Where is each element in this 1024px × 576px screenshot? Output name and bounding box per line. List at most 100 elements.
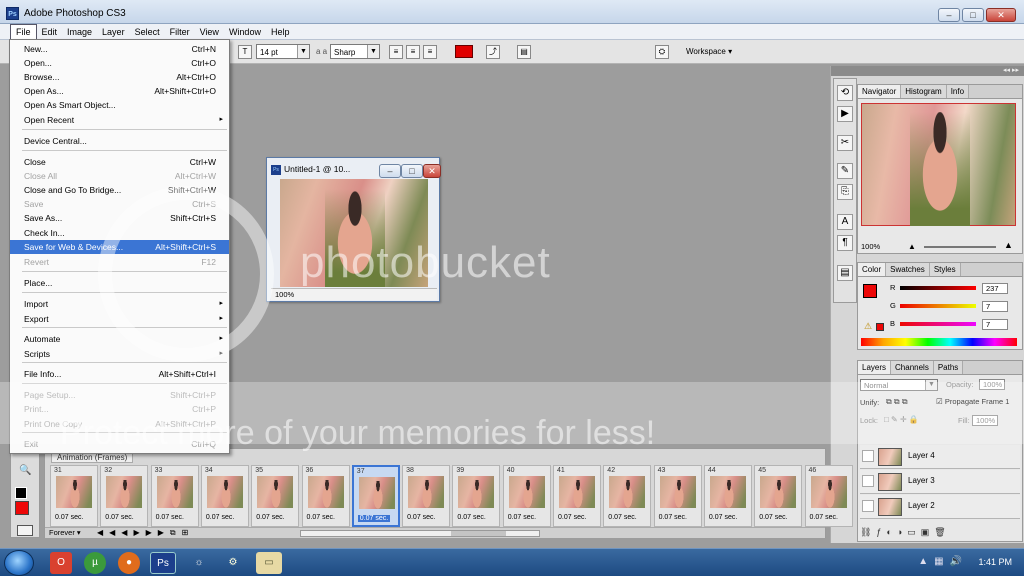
frame-delay[interactable]: 0.07 sec. [357, 515, 391, 522]
frame-delay[interactable]: 0.07 sec. [508, 514, 536, 521]
tool-presets-icon[interactable]: ✂ [837, 135, 853, 151]
layer-visibility-icon[interactable] [862, 500, 874, 512]
navigator-preview[interactable] [861, 103, 1016, 226]
file-menu-item[interactable]: Open... Ctrl+O [10, 56, 229, 70]
file-menu-item[interactable]: New... Ctrl+N [10, 42, 229, 56]
navigator-tab-navigator[interactable]: Navigator [858, 85, 902, 98]
animation-frame[interactable]: 40 0.07 sec. [502, 465, 551, 527]
frame-delay[interactable]: 0.07 sec. [558, 514, 586, 521]
color-tab-color[interactable]: Color [858, 263, 887, 276]
animation-frame[interactable]: 32 0.07 sec. [100, 465, 149, 527]
animation-frame[interactable]: 44 0.07 sec. [703, 465, 752, 527]
bridge-icon[interactable]: ⛭ [655, 44, 669, 59]
menu-window[interactable]: Window [224, 25, 266, 39]
file-menu-item[interactable]: Open As Smart Object... [10, 98, 229, 112]
actions-icon[interactable]: ▶ [837, 106, 853, 122]
animation-frame[interactable]: 42 0.07 sec. [603, 465, 652, 527]
align-left-icon[interactable]: ≡ [389, 44, 403, 59]
zoom-slider[interactable] [924, 246, 996, 248]
animation-frame[interactable]: 41 0.07 sec. [553, 465, 601, 527]
start-button[interactable] [4, 550, 34, 576]
file-menu-item[interactable]: Close and Go To Bridge... Shift+Ctrl+W [10, 183, 229, 197]
text-color-swatch[interactable] [455, 45, 473, 58]
menu-help[interactable]: Help [266, 25, 295, 39]
panel-collapse-bar[interactable]: ◂◂ ▸▸ [831, 66, 1024, 76]
frame-delay[interactable]: 0.07 sec. [457, 514, 485, 521]
antialias-select[interactable]: Sharp ▼ [330, 44, 380, 59]
firefox-icon[interactable]: ● [118, 552, 140, 574]
file-menu-item[interactable]: Automate ▸ [10, 332, 229, 346]
channel-value[interactable]: 7 [982, 319, 1008, 330]
frame-delay[interactable]: 0.07 sec. [156, 514, 184, 521]
layer-bottom-toolbar[interactable]: ⛓ƒ◐◑▭▣🗑 [860, 527, 1020, 541]
frame-delay[interactable]: 0.07 sec. [105, 514, 133, 521]
layer-visibility-icon[interactable] [862, 475, 874, 487]
frame-delay[interactable]: 0.07 sec. [759, 514, 787, 521]
minimize-button[interactable]: – [938, 8, 960, 22]
navigator-tab-info[interactable]: Info [946, 85, 970, 98]
layers-tab-channels[interactable]: Channels [891, 361, 934, 374]
animation-frame[interactable]: 33 0.07 sec. [150, 465, 199, 527]
clone-source-icon[interactable]: ⎘ [837, 184, 853, 200]
photoshop-task-icon[interactable]: Ps [150, 552, 176, 574]
align-center-icon[interactable]: ≡ [406, 44, 420, 59]
channel-value[interactable]: 7 [982, 301, 1008, 312]
doc-minimize-button[interactable]: – [379, 164, 401, 178]
channel-slider[interactable] [900, 304, 976, 308]
app-icon-5[interactable]: ☼ [188, 552, 210, 574]
fill-field[interactable]: 100% [972, 415, 998, 426]
animation-frame[interactable]: 39 0.07 sec. [452, 465, 501, 527]
layer-visibility-icon[interactable] [862, 450, 874, 462]
file-menu-item[interactable]: Check In... [10, 226, 229, 240]
navigator-zoom[interactable]: 100% [861, 242, 880, 251]
text-orientation-icon[interactable]: T [238, 44, 252, 59]
file-menu-item[interactable]: Save As... Shift+Ctrl+S [10, 211, 229, 225]
app-icon-6[interactable]: ⚙ [222, 552, 244, 574]
zoom-out-icon[interactable]: ▲ [908, 242, 916, 251]
opacity-field[interactable]: 100% [979, 379, 1005, 390]
menu-edit[interactable]: Edit [37, 25, 63, 39]
frame-delay[interactable]: 0.07 sec. [256, 514, 284, 521]
doc-close-button[interactable]: ✕ [423, 164, 441, 178]
color-spectrum-bar[interactable] [861, 338, 1017, 346]
tray-expand-icon[interactable]: ▲ [918, 556, 928, 567]
character-panel-icon[interactable]: ▤ [517, 44, 531, 59]
foreground-color-swatch[interactable] [863, 284, 877, 298]
foreground-swatch[interactable] [15, 501, 29, 515]
taskbar-clock[interactable]: 1:41 PM [978, 557, 1012, 567]
file-menu-item[interactable]: Save for Web & Devices... Alt+Shift+Ctrl+… [10, 240, 229, 254]
frame-delay[interactable]: 0.07 sec. [206, 514, 234, 521]
file-menu-item[interactable]: Open Recent ▸ [10, 113, 229, 127]
color-tab-swatches[interactable]: Swatches [886, 263, 930, 276]
channel-slider[interactable] [900, 322, 976, 326]
loop-select[interactable]: Forever ▾ [49, 528, 93, 538]
layer-comps-icon[interactable]: ▤ [837, 265, 853, 281]
blend-mode-select[interactable]: Normal ▼ [860, 379, 938, 391]
document-title-bar[interactable]: Ps Untitled-1 @ 10... – □ ✕ [271, 162, 441, 178]
warp-text-icon[interactable]: ⤴ [486, 44, 500, 59]
menu-file[interactable]: File [10, 24, 37, 39]
file-menu-item[interactable]: File Info... Alt+Shift+Ctrl+I [10, 367, 229, 381]
animation-frame[interactable]: 31 0.07 sec. [50, 465, 98, 527]
file-menu-item[interactable]: Open As... Alt+Shift+Ctrl+O [10, 84, 229, 98]
frames-scrollbar[interactable] [300, 530, 540, 537]
gamut-color-swatch[interactable] [876, 323, 884, 331]
file-menu-item[interactable]: Device Central... [10, 134, 229, 148]
layer-row[interactable]: Layer 3 [860, 470, 1020, 494]
doc-maximize-button[interactable]: □ [401, 164, 423, 178]
close-button[interactable]: ✕ [986, 8, 1016, 22]
animation-frame[interactable]: 45 0.07 sec. [754, 465, 803, 527]
document-zoom[interactable]: 100% [275, 290, 294, 299]
network-icon[interactable]: ▦ [934, 556, 943, 567]
menu-layer[interactable]: Layer [97, 25, 130, 39]
file-menu-item[interactable]: Import ▸ [10, 297, 229, 311]
default-colors-icon[interactable] [15, 487, 27, 499]
frame-delay[interactable]: 0.07 sec. [407, 514, 435, 521]
navigator-tab-histogram[interactable]: Histogram [901, 85, 947, 98]
channel-slider[interactable] [900, 286, 976, 290]
volume-icon[interactable]: 🔊 [950, 556, 962, 567]
file-menu-item[interactable]: Scripts ▸ [10, 347, 229, 361]
lock-icons[interactable]: □ ✎ ✛ 🔒 [884, 415, 919, 424]
frame-delay[interactable]: 0.07 sec. [659, 514, 687, 521]
zoom-tool-icon[interactable]: 🔍 [19, 465, 31, 476]
